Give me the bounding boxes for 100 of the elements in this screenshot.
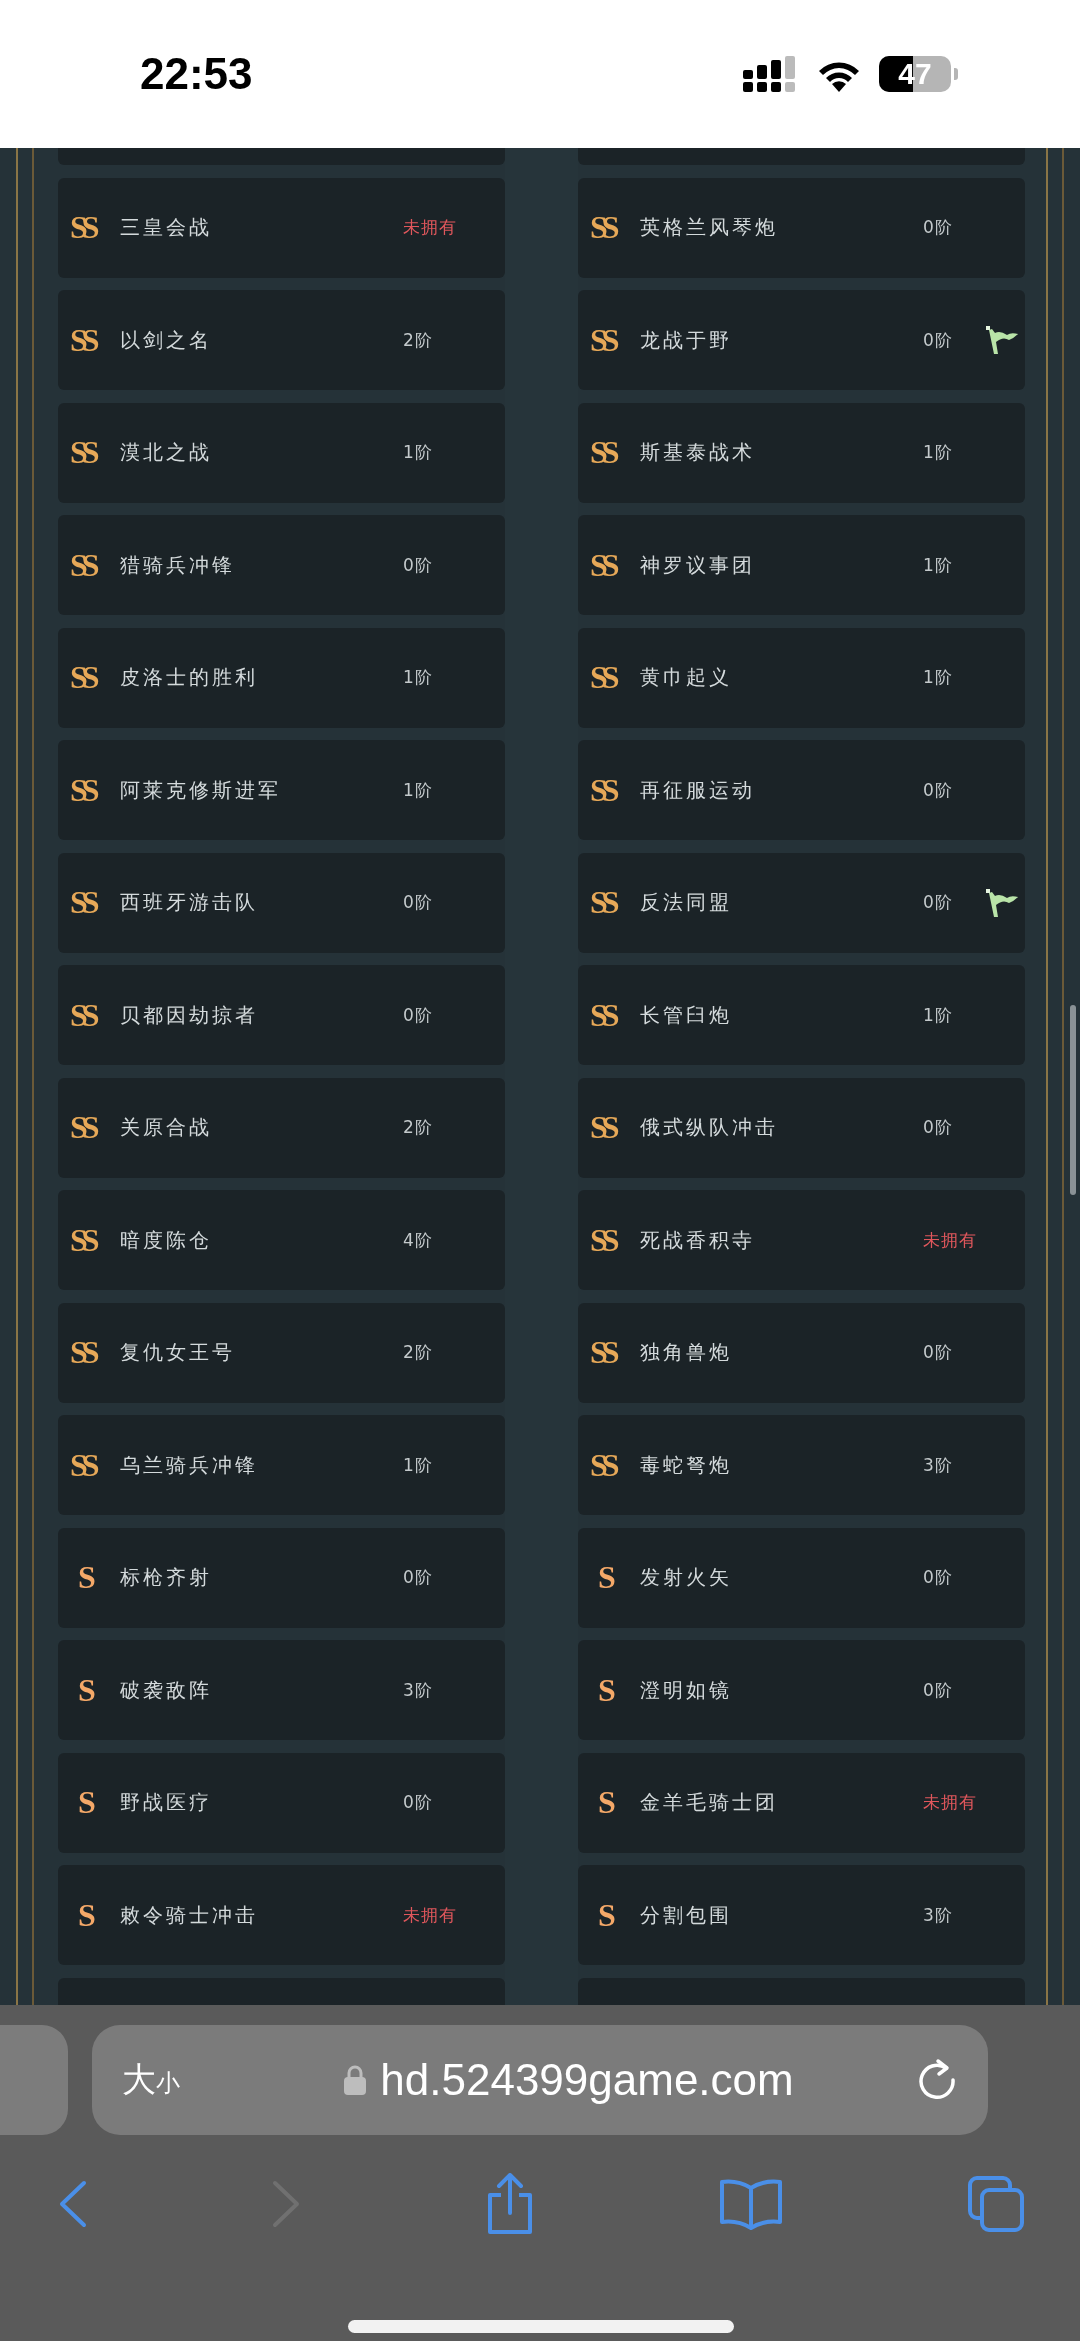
tactic-card[interactable]: SS 复仇女王号 2阶 (58, 1302, 505, 1403)
tactic-level: 0阶 (923, 216, 953, 239)
tactic-level: 0阶 (403, 1566, 433, 1589)
back-icon[interactable] (58, 2180, 88, 2228)
tactic-name: 分割包围 (640, 1901, 732, 1929)
rank-label: SS (70, 209, 96, 246)
tactic-card[interactable]: SS 毒蛇弩炮 3阶 (578, 1415, 1025, 1515)
tactic-name: 再征服运动 (640, 776, 755, 804)
tactic-card[interactable]: SS 关原合战 2阶 (58, 1077, 505, 1178)
rank-label: SS (70, 659, 96, 696)
reload-icon[interactable] (918, 2058, 958, 2102)
tactic-name: 以剑之名 (120, 326, 212, 354)
clock-time: 22:53 (140, 49, 253, 99)
tactic-level: 3阶 (923, 1453, 953, 1477)
rank-label: SS (590, 546, 616, 584)
tactic-level: 0阶 (403, 891, 433, 914)
bookmarks-icon[interactable] (717, 2178, 784, 2230)
tactic-card[interactable]: SS 黄巾起义 1阶 (578, 627, 1025, 728)
tactic-card[interactable]: SS 漠北之战 1阶 (58, 402, 505, 503)
tactic-name: 死战香积寺 (640, 1226, 755, 1254)
rank-label: SS (590, 659, 616, 696)
rank-label: SS (70, 1334, 96, 1371)
tactic-card[interactable]: SS 皮洛士的胜利 1阶 (58, 627, 505, 728)
tactic-level: 未拥有 (923, 1228, 977, 1252)
tactic-level: 1阶 (923, 1003, 953, 1027)
tactic-level: 0阶 (403, 1791, 433, 1814)
tactic-card[interactable]: S 破袭敌阵 3阶 (58, 1640, 505, 1740)
tactic-card[interactable]: SS 独角兽炮 0阶 (578, 1302, 1025, 1403)
tactic-name: 毒蛇弩炮 (640, 1451, 732, 1479)
tactic-level: 0阶 (923, 778, 953, 802)
tactic-card[interactable]: SS 神罗议事团 1阶 (578, 515, 1025, 615)
rank-label: SS (70, 1221, 96, 1259)
tactic-card[interactable]: SS 死战香积寺 未拥有 (578, 1190, 1025, 1290)
tactic-name: 野战医疗 (120, 1789, 212, 1816)
tactic-level: 1阶 (923, 553, 953, 577)
tactic-name: 反法同盟 (640, 889, 732, 916)
tactic-name: 独角兽炮 (640, 1339, 732, 1366)
tactic-name: 龙战于野 (640, 326, 732, 354)
rank-label: SS (70, 434, 96, 471)
tactic-card[interactable]: SS 龙战于野 0阶 (578, 290, 1025, 390)
tactic-card[interactable]: SS 乌兰骑兵冲锋 1阶 (58, 1415, 505, 1515)
tactic-card[interactable]: SS 斯基泰战术 1阶 (578, 402, 1025, 503)
tactic-card[interactable]: SS 贝都因劫掠者 0阶 (58, 965, 505, 1065)
tactic-level: 0阶 (403, 553, 433, 577)
tactic-name: 漠北之战 (120, 439, 212, 466)
rank-label: SS (590, 771, 616, 809)
tactic-card[interactable]: SS 猎骑兵冲锋 0阶 (58, 515, 505, 615)
rank-label: S (597, 1559, 612, 1596)
tactic-level: 0阶 (923, 1116, 953, 1139)
tactic-card[interactable]: S 敕令骑士冲击 未拥有 (58, 1865, 505, 1965)
rank-label: S (597, 1671, 612, 1709)
tactic-level: 0阶 (923, 891, 953, 914)
tactic-level: 4阶 (403, 1228, 433, 1252)
tactic-card[interactable]: SS 长管臼炮 1阶 (578, 965, 1025, 1065)
tactic-level: 1阶 (403, 666, 433, 689)
tactic-card[interactable]: S 野战医疗 0阶 (58, 1752, 505, 1853)
tactic-name: 发射火矢 (640, 1564, 732, 1591)
tactic-level: 3阶 (923, 1903, 953, 1927)
rank-label: SS (590, 1334, 616, 1371)
tactic-card[interactable]: SS 以剑之名 2阶 (58, 290, 505, 390)
tactic-card[interactable]: SS 俄式纵队冲击 0阶 (578, 1077, 1025, 1178)
address-bar[interactable]: 大小 hd.524399game.com (92, 2025, 988, 2135)
tactic-card[interactable]: S 澄明如镜 0阶 (578, 1640, 1025, 1740)
rank-label: S (597, 1896, 612, 1934)
tactic-level: 0阶 (403, 1003, 433, 1027)
tactic-card[interactable]: SS 英格兰风琴炮 0阶 (578, 177, 1025, 278)
rank-label: SS (70, 1109, 96, 1146)
tactic-level: 3阶 (403, 1678, 433, 1702)
tabs-icon[interactable] (967, 2175, 1025, 2233)
tactic-card[interactable]: SS 阿莱克修斯进军 1阶 (58, 740, 505, 840)
rank-label: S (77, 1671, 92, 1709)
rank-label: SS (590, 1446, 616, 1484)
tactic-card[interactable]: SS 暗度陈仓 4阶 (58, 1190, 505, 1290)
tactic-level: 0阶 (923, 1341, 953, 1364)
tactic-level: 1阶 (403, 441, 433, 464)
tactic-card[interactable]: S 标枪齐射 0阶 (58, 1527, 505, 1628)
rank-label: SS (70, 771, 96, 809)
rank-label: SS (590, 1109, 616, 1146)
tactic-name: 三皇会战 (120, 214, 212, 241)
tactic-card[interactable]: SS 西班牙游击队 0阶 (58, 852, 505, 953)
tactic-name: 破袭敌阵 (120, 1676, 212, 1704)
tab-preview[interactable] (0, 2025, 68, 2135)
rank-label: SS (590, 434, 616, 471)
tactic-level: 0阶 (923, 1678, 953, 1702)
tactic-card[interactable]: SS 反法同盟 0阶 (578, 852, 1025, 953)
tactic-name: 敕令骑士冲击 (120, 1901, 258, 1929)
rank-label: SS (590, 884, 616, 921)
rank-label: SS (590, 1221, 616, 1259)
tactic-card[interactable]: S 金羊毛骑士团 未拥有 (578, 1752, 1025, 1853)
rank-label: SS (590, 996, 616, 1034)
tactic-card[interactable]: SS 再征服运动 0阶 (578, 740, 1025, 840)
tactic-name: 关原合战 (120, 1114, 212, 1141)
tactic-card[interactable]: S 发射火矢 0阶 (578, 1527, 1025, 1628)
tactic-name: 英格兰风琴炮 (640, 214, 778, 241)
tactic-name: 复仇女王号 (120, 1339, 235, 1366)
tactic-card[interactable]: SS 三皇会战 未拥有 (58, 177, 505, 278)
tactic-card[interactable]: S 分割包围 3阶 (578, 1865, 1025, 1965)
rank-label: S (77, 1784, 92, 1821)
rank-label: SS (70, 546, 96, 584)
text-size-button[interactable]: 大小 (122, 2057, 180, 2103)
